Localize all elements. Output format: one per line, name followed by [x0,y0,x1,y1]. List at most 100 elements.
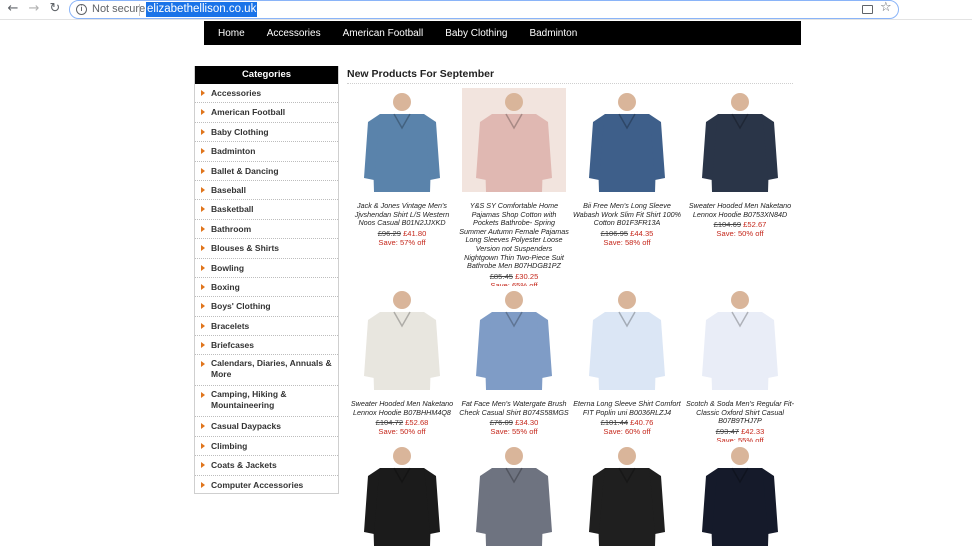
sidebar-item-bracelets[interactable]: Bracelets [195,317,338,337]
product-card[interactable] [459,442,569,546]
product-card[interactable] [572,442,682,546]
old-price: £104.72 [375,418,404,428]
discount-label: Save: 60% off [603,427,651,437]
sidebar-item-coats-jackets[interactable]: Coats & Jackets [195,456,338,476]
sidebar-item-boys-clothing[interactable]: Boys' Clothing [195,297,338,317]
product-price: £106.95 £44.35 [572,229,682,238]
arrow-icon [201,167,205,174]
product-title[interactable]: Y&S SY Comfortable Home Pajamas Shop Cot… [459,201,569,271]
sidebar-item-label: Bathroom [211,223,252,234]
product-title[interactable]: Bii Free Men's Long Sleeve Wabash Work S… [572,201,682,228]
omnibox-separator [139,4,140,16]
sidebar-item-casual-daypacks[interactable]: Casual Daypacks [195,417,338,437]
product-card[interactable]: Fat Face Men's Watergate Brush Check Cas… [459,286,569,436]
sidebar-item-badminton[interactable]: Badminton [195,142,338,162]
security-label[interactable]: Not secure [92,3,145,15]
sidebar-item-boxing[interactable]: Boxing [195,278,338,298]
product-price: £85.45 £30.25 [459,272,569,281]
product-title[interactable]: Jack & Jones Vintage Men's Jjvshendan Sh… [347,201,457,228]
nav-link-home[interactable]: Home [218,28,245,39]
sidebar-item-blouses-shirts[interactable]: Blouses & Shirts [195,239,338,259]
bookmark-star-icon[interactable]: ☆ [880,0,892,15]
arrow-icon [201,462,205,469]
sidebar-item-label: Camping, Hiking & Mountaineering [211,389,287,411]
product-title[interactable]: Scotch & Soda Men's Regular Fit-Classic … [685,399,795,426]
product-image[interactable] [688,442,792,546]
sidebar-item-label: Blouses & Shirts [211,243,280,254]
sidebar-item-baseball[interactable]: Baseball [195,181,338,201]
arrow-icon [201,148,205,155]
arrow-icon [201,481,205,488]
product-price: £104.72 £52.68 [347,418,457,427]
product-image[interactable] [350,88,454,192]
product-title[interactable]: Fat Face Men's Watergate Brush Check Cas… [459,399,569,417]
arrow-icon [201,392,205,399]
old-price: £76.09 [489,418,513,428]
nav-link-accessories[interactable]: Accessories [267,28,321,39]
back-icon[interactable]: ← [6,2,20,16]
product-image[interactable] [462,442,566,546]
product-title[interactable]: Eterna Long Sleeve Shirt Comfort FIT Pop… [572,399,682,417]
info-icon[interactable]: i [76,4,87,15]
sidebar-item-camping-hiking-mountaineering[interactable]: Camping, Hiking & Mountaineering [195,386,338,418]
top-navigation: Home Accessories American Football Baby Clo… [204,21,801,45]
product-card[interactable] [347,442,457,546]
product-image[interactable] [462,88,566,192]
product-card[interactable]: Jack & Jones Vintage Men's Jjvshendan Sh… [347,88,457,247]
sidebar-item-ballet-dancing[interactable]: Ballet & Dancing [195,162,338,181]
product-image[interactable] [575,286,679,390]
product-card[interactable]: Eterna Long Sleeve Shirt Comfort FIT Pop… [572,286,682,436]
sidebar-item-bathroom[interactable]: Bathroom [195,220,338,240]
product-title[interactable]: Sweater Hooded Men Naketano Lennox Hoodi… [347,399,457,417]
sale-price: £41.80 [403,228,427,238]
address-bar[interactable]: i Not secure elizabethellison.co.uk [69,0,899,19]
product-card[interactable]: Sweater Hooded Men Naketano Lennox Hoodi… [347,286,457,436]
product-title[interactable]: Sweater Hooded Men Naketano Lennox Hoodi… [685,201,795,219]
product-image[interactable] [688,286,792,390]
old-price: £106.95 [600,228,629,238]
product-image[interactable] [688,88,792,192]
product-card[interactable]: Sweater Hooded Men Naketano Lennox Hoodi… [685,88,795,238]
sidebar-item-briefcases[interactable]: Briefcases [195,336,338,356]
category-list: Accessories American Football Baby Clothin… [195,84,338,493]
cast-icon[interactable] [862,5,873,14]
discount-label: Save: 50% off [378,427,426,437]
product-image[interactable] [350,286,454,390]
sidebar-item-label: Briefcases [211,340,255,351]
product-card[interactable]: Y&S SY Comfortable Home Pajamas Shop Cot… [459,88,569,290]
sidebar-item-calendars-diaries-annuals-more[interactable]: Calendars, Diaries, Annuals & More [195,355,338,387]
sidebar-item-label: Bowling [211,262,245,273]
nav-link-badminton[interactable]: Badminton [529,28,577,39]
categories-sidebar: Categories Accessories American Football B… [194,66,339,494]
reload-icon[interactable]: ↻ [48,2,62,16]
arrow-icon [201,225,205,232]
old-price: £93.47 [715,426,739,436]
forward-icon[interactable]: → [27,2,41,16]
product-card[interactable] [685,442,795,546]
sidebar-item-bowling[interactable]: Bowling [195,259,338,278]
old-price: £101.44 [600,418,629,428]
sidebar-item-climbing[interactable]: Climbing [195,437,338,457]
sidebar-item-computer-accessories[interactable]: Computer Accessories [195,476,338,493]
old-price: £96.29 [377,228,401,238]
sale-price: £44.35 [630,228,654,238]
product-image[interactable] [575,88,679,192]
sidebar-item-label: Boxing [211,281,240,292]
sidebar-item-basketball[interactable]: Basketball [195,200,338,220]
nav-link-american-football[interactable]: American Football [343,28,424,39]
sidebar-title: Categories [195,66,338,84]
product-image[interactable] [350,442,454,546]
product-card[interactable]: Scotch & Soda Men's Regular Fit-Classic … [685,286,795,445]
arrow-icon [201,245,205,252]
sidebar-item-label: Badminton [211,146,256,157]
sidebar-item-american-football[interactable]: American Football [195,103,338,123]
product-image[interactable] [462,286,566,390]
product-image[interactable] [575,442,679,546]
nav-link-baby-clothing[interactable]: Baby Clothing [445,28,507,39]
arrow-icon [201,206,205,213]
product-card[interactable]: Bii Free Men's Long Sleeve Wabash Work S… [572,88,682,247]
url-text[interactable]: elizabethellison.co.uk [146,2,258,17]
arrow-icon [201,423,205,430]
sidebar-item-baby-clothing[interactable]: Baby Clothing [195,123,338,143]
sidebar-item-accessories[interactable]: Accessories [195,84,338,104]
